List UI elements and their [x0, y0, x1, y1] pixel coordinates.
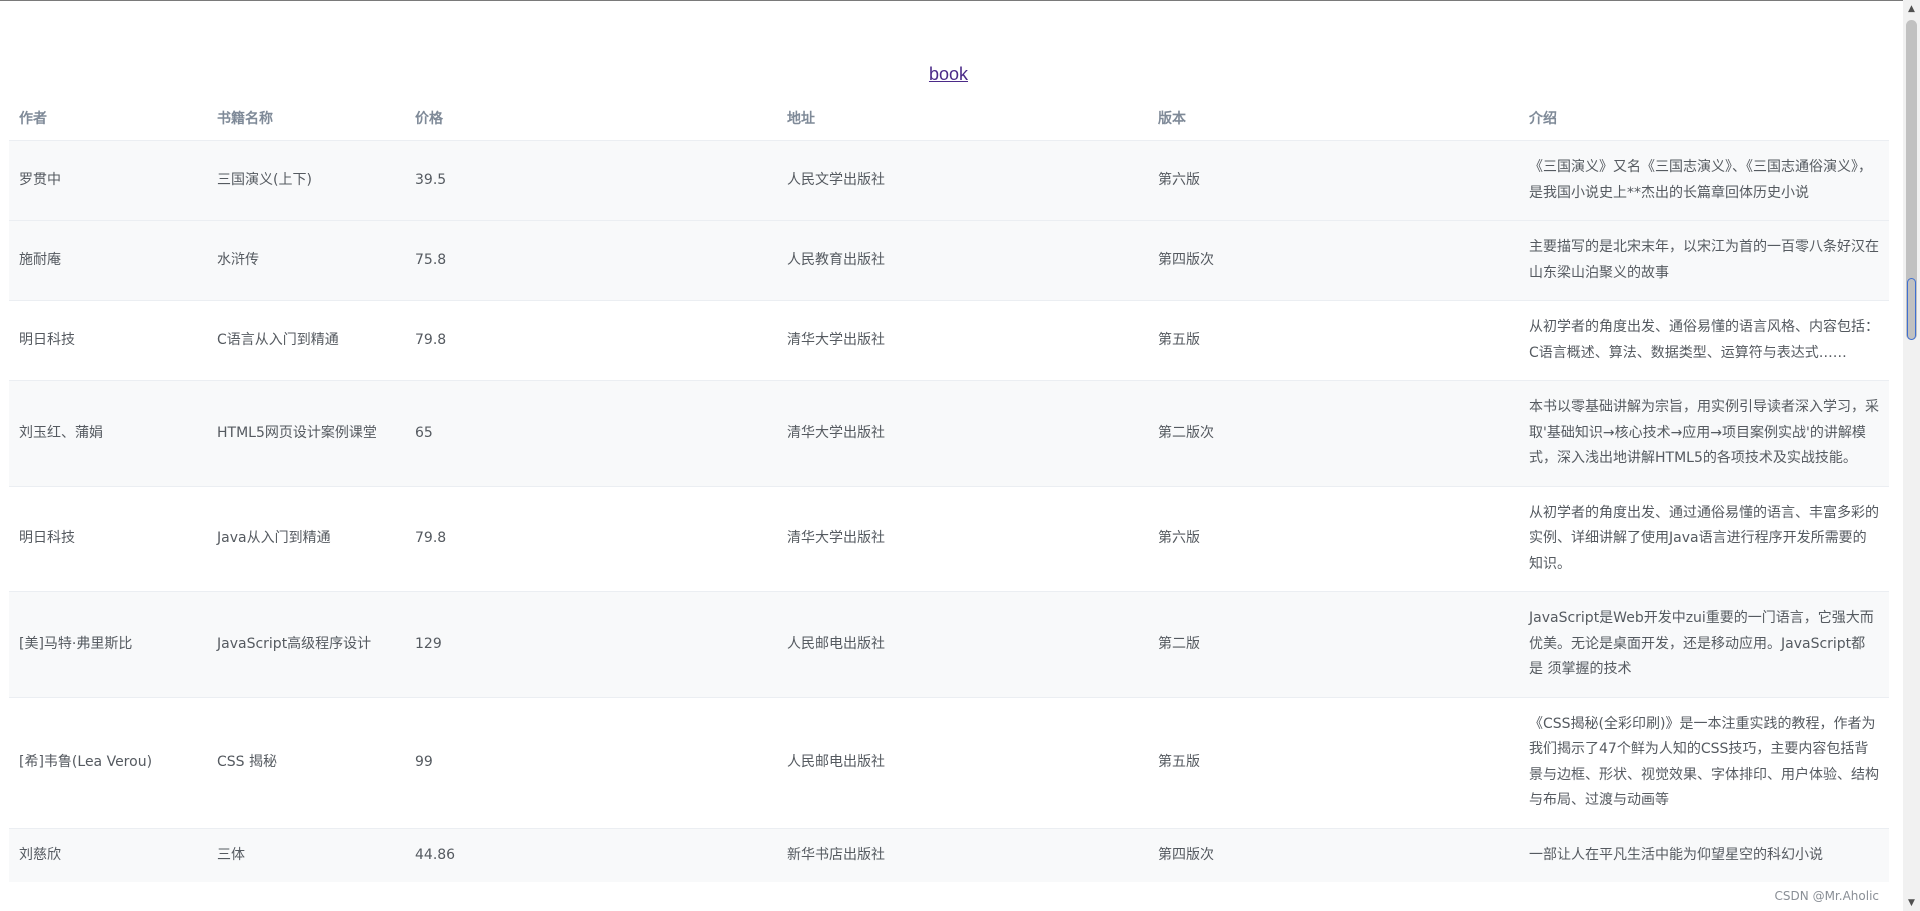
table-row: 明日科技 C语言从入门到精通 79.8 清华大学出版社 第五版 从初学者的角度出…	[9, 300, 1889, 381]
scroll-position-marker	[1907, 278, 1916, 340]
table-header: 作者 书籍名称 价格 地址 版本 介绍	[9, 96, 1889, 141]
header-row: 作者 书籍名称 价格 地址 版本 介绍	[9, 96, 1889, 141]
cell-author: 刘慈欣	[9, 827, 207, 882]
cell-price: 129	[405, 591, 777, 697]
cell-price: 99	[405, 696, 777, 828]
cell-address: 清华大学出版社	[777, 300, 1148, 381]
cell-intro: 主要描写的是北宋末年，以宋江为首的一百零八条好汉在山东梁山泊聚义的故事	[1519, 220, 1889, 301]
cell-author: 罗贯中	[9, 140, 207, 221]
column-header-price[interactable]: 价格	[405, 96, 777, 141]
table-row: [希]韦鲁(Lea Verou) CSS 揭秘 99 人民邮电出版社 第五版 《…	[9, 696, 1889, 828]
cell-author: [希]韦鲁(Lea Verou)	[9, 696, 207, 828]
cell-edition: 第六版	[1148, 140, 1519, 221]
cell-address: 新华书店出版社	[777, 827, 1148, 882]
cell-intro: 从初学者的角度出发、通俗易懂的语言风格、内容包括：C语言概述、算法、数据类型、运…	[1519, 300, 1889, 381]
cell-price: 44.86	[405, 827, 777, 882]
cell-address: 清华大学出版社	[777, 485, 1148, 592]
cell-price: 65	[405, 380, 777, 486]
cell-address: 人民文学出版社	[777, 140, 1148, 221]
cell-edition: 第五版	[1148, 300, 1519, 381]
cell-book-name: C语言从入门到精通	[207, 300, 405, 381]
csdn-watermark: CSDN @Mr.Aholic	[1772, 889, 1881, 903]
cell-address: 清华大学出版社	[777, 380, 1148, 486]
scroll-down-arrow-icon[interactable]: ▼	[1903, 894, 1920, 911]
cell-intro: JavaScript是Web开发中zui重要的一门语言，它强大而优美。无论是桌面…	[1519, 591, 1889, 697]
cell-author: 明日科技	[9, 300, 207, 381]
column-header-author[interactable]: 作者	[9, 96, 207, 141]
table-row: 罗贯中 三国演义(上下) 39.5 人民文学出版社 第六版 《三国演义》又名《三…	[9, 140, 1889, 221]
cell-edition: 第五版	[1148, 696, 1519, 828]
cell-price: 39.5	[405, 140, 777, 221]
table-body: 罗贯中 三国演义(上下) 39.5 人民文学出版社 第六版 《三国演义》又名《三…	[9, 140, 1889, 882]
cell-book-name: 水浒传	[207, 220, 405, 301]
cell-price: 79.8	[405, 485, 777, 592]
cell-book-name: Java从入门到精通	[207, 485, 405, 592]
cell-edition: 第四版次	[1148, 220, 1519, 301]
column-header-edition[interactable]: 版本	[1148, 96, 1519, 141]
cell-book-name: HTML5网页设计案例课堂	[207, 380, 405, 486]
cell-author: 施耐庵	[9, 220, 207, 301]
table-row: 明日科技 Java从入门到精通 79.8 清华大学出版社 第六版 从初学者的角度…	[9, 485, 1889, 592]
cell-edition: 第二版次	[1148, 380, 1519, 486]
cell-price: 79.8	[405, 300, 777, 381]
cell-book-name: JavaScript高级程序设计	[207, 591, 405, 697]
cell-author: [美]马特·弗里斯比	[9, 591, 207, 697]
cell-book-name: 三国演义(上下)	[207, 140, 405, 221]
column-header-address[interactable]: 地址	[777, 96, 1148, 141]
book-title-link[interactable]: book	[929, 64, 968, 84]
cell-address: 人民邮电出版社	[777, 696, 1148, 828]
scroll-up-arrow-icon[interactable]: ▲	[1903, 0, 1920, 17]
column-header-intro[interactable]: 介绍	[1519, 96, 1889, 141]
table-row: [美]马特·弗里斯比 JavaScript高级程序设计 129 人民邮电出版社 …	[9, 591, 1889, 697]
table-row: 刘慈欣 三体 44.86 新华书店出版社 第四版次 一部让人在平凡生活中能为仰望…	[9, 827, 1889, 882]
cell-edition: 第二版	[1148, 591, 1519, 697]
title-container: book	[0, 64, 1897, 85]
cell-price: 75.8	[405, 220, 777, 301]
page-content: book 作者 书籍名称 价格 地址 版本 介绍 罗贯中 三国演义(上下) 39…	[0, 0, 1903, 911]
cell-intro: 《CSS揭秘(全彩印刷)》是一本注重实践的教程，作者为我们揭示了47个鲜为人知的…	[1519, 696, 1889, 828]
cell-edition: 第六版	[1148, 485, 1519, 592]
cell-intro: 《三国演义》又名《三国志演义》、《三国志通俗演义》，是我国小说史上**杰出的长篇…	[1519, 140, 1889, 221]
cell-book-name: CSS 揭秘	[207, 696, 405, 828]
table-row: 施耐庵 水浒传 75.8 人民教育出版社 第四版次 主要描写的是北宋末年，以宋江…	[9, 220, 1889, 301]
cell-edition: 第四版次	[1148, 827, 1519, 882]
table-row: 刘玉红、蒲娟 HTML5网页设计案例课堂 65 清华大学出版社 第二版次 本书以…	[9, 380, 1889, 486]
cell-intro: 本书以零基础讲解为宗旨，用实例引导读者深入学习，采取'基础知识→核心技术→应用→…	[1519, 380, 1889, 486]
cell-address: 人民邮电出版社	[777, 591, 1148, 697]
cell-intro: 一部让人在平凡生活中能为仰望星空的科幻小说	[1519, 827, 1889, 882]
cell-address: 人民教育出版社	[777, 220, 1148, 301]
books-table: 作者 书籍名称 价格 地址 版本 介绍 罗贯中 三国演义(上下) 39.5 人民…	[9, 96, 1889, 882]
cell-intro: 从初学者的角度出发、通过通俗易懂的语言、丰富多彩的实例、详细讲解了使用Java语…	[1519, 485, 1889, 592]
vertical-scrollbar[interactable]: ▲ ▼	[1903, 0, 1920, 911]
column-header-book-name[interactable]: 书籍名称	[207, 96, 405, 141]
cell-author: 刘玉红、蒲娟	[9, 380, 207, 486]
cell-book-name: 三体	[207, 827, 405, 882]
cell-author: 明日科技	[9, 485, 207, 592]
